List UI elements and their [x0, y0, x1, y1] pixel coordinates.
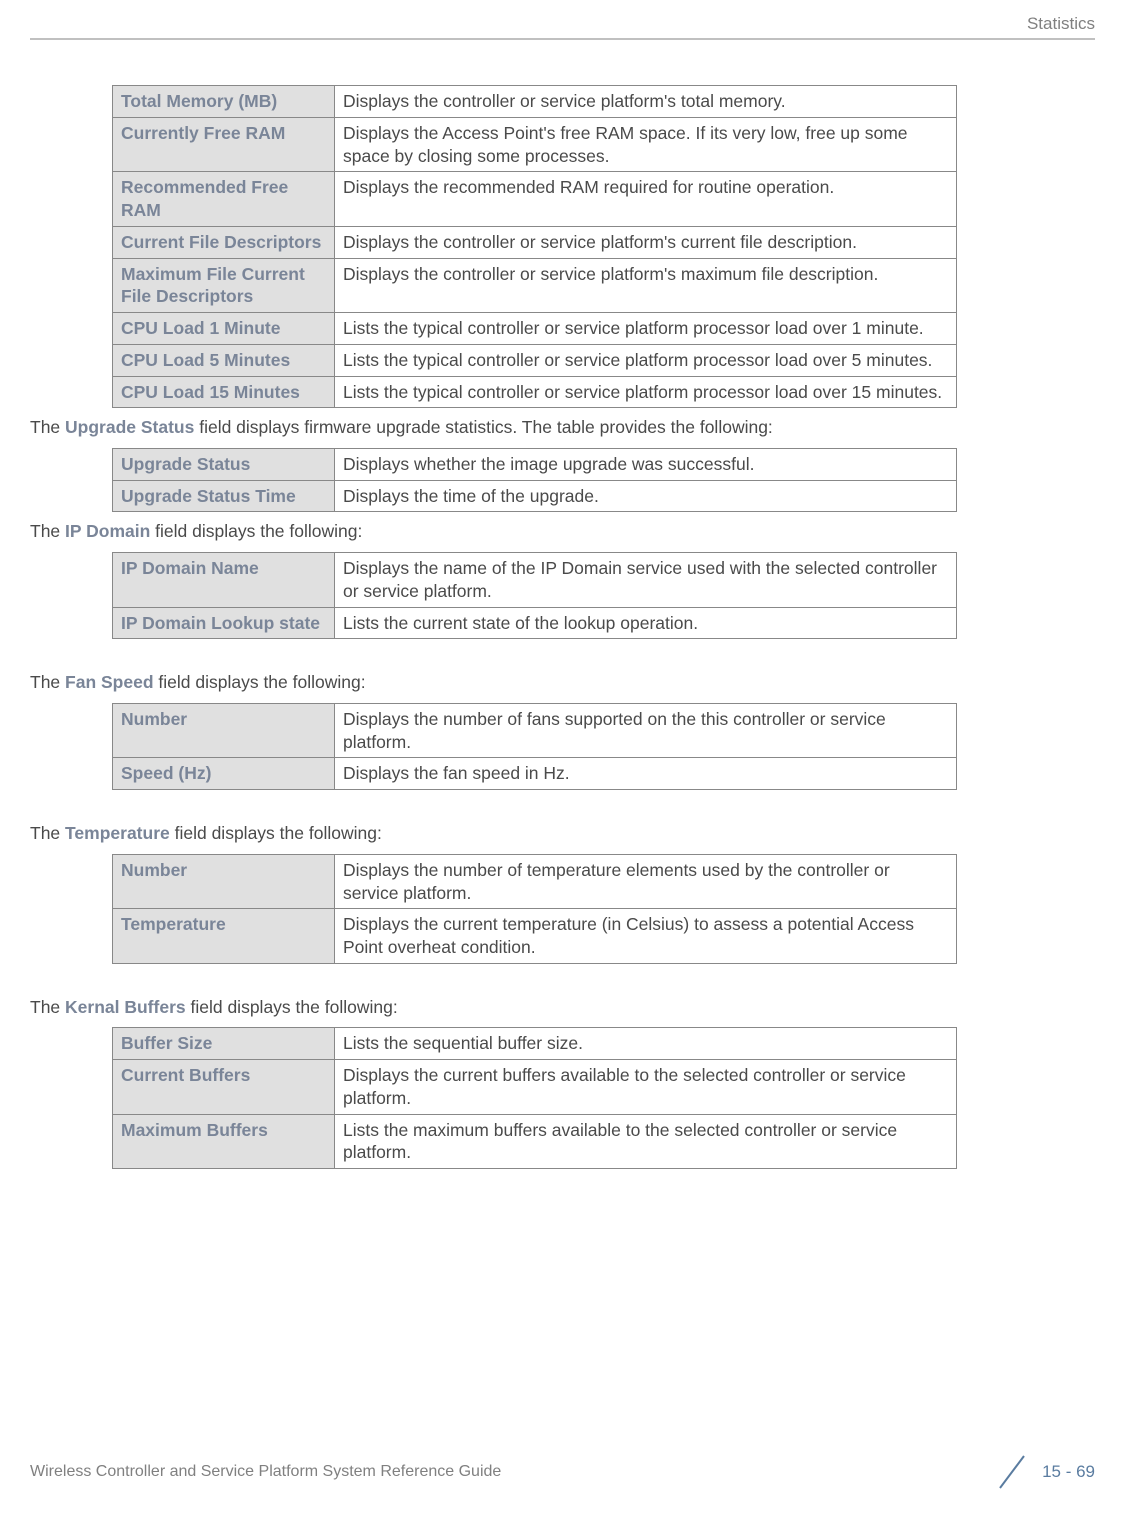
text-prefix: The	[30, 672, 65, 692]
row-desc: Lists the maximum buffers available to t…	[335, 1114, 957, 1169]
text-bold: Temperature	[65, 823, 170, 843]
row-label: Currently Free RAM	[113, 117, 335, 172]
text-bold: IP Domain	[65, 521, 150, 541]
table-row: NumberDisplays the number of temperature…	[113, 854, 957, 909]
main-content: Total Memory (MB)Displays the controller…	[30, 85, 1095, 1177]
slash-icon	[992, 1452, 1032, 1492]
row-label: Maximum Buffers	[113, 1114, 335, 1169]
row-label: Upgrade Status Time	[113, 480, 335, 512]
page-number-value: 15 - 69	[1042, 1462, 1095, 1482]
section-fan-speed-text: The Fan Speed field displays the followi…	[30, 671, 1095, 695]
table-row: Upgrade Status TimeDisplays the time of …	[113, 480, 957, 512]
table-row: CPU Load 15 MinutesLists the typical con…	[113, 376, 957, 408]
row-label: CPU Load 15 Minutes	[113, 376, 335, 408]
text-suffix: field displays the following:	[150, 521, 362, 541]
text-bold: Kernal Buffers	[65, 997, 186, 1017]
row-label: Speed (Hz)	[113, 758, 335, 790]
text-bold: Fan Speed	[65, 672, 154, 692]
row-desc: Displays the number of fans supported on…	[335, 703, 957, 758]
table-kernal-buffers: Buffer SizeLists the sequential buffer s…	[112, 1027, 957, 1169]
table-row: IP Domain NameDisplays the name of the I…	[113, 553, 957, 608]
row-desc: Displays the current buffers available t…	[335, 1060, 957, 1115]
table-row: TemperatureDisplays the current temperat…	[113, 909, 957, 964]
row-desc: Displays the fan speed in Hz.	[335, 758, 957, 790]
text-prefix: The	[30, 521, 65, 541]
table-row: Total Memory (MB)Displays the controller…	[113, 86, 957, 118]
row-desc: Displays the Access Point's free RAM spa…	[335, 117, 957, 172]
text-suffix: field displays the following:	[186, 997, 398, 1017]
row-desc: Displays the recommended RAM required fo…	[335, 172, 957, 227]
table-temperature: NumberDisplays the number of temperature…	[112, 854, 957, 964]
table-row: Maximum BuffersLists the maximum buffers…	[113, 1114, 957, 1169]
table-ip-domain: IP Domain NameDisplays the name of the I…	[112, 552, 957, 639]
table-row: CPU Load 1 MinuteLists the typical contr…	[113, 313, 957, 345]
table-row: Currently Free RAMDisplays the Access Po…	[113, 117, 957, 172]
page-footer: Wireless Controller and Service Platform…	[30, 1452, 1095, 1492]
table-fan-speed: NumberDisplays the number of fans suppor…	[112, 703, 957, 790]
row-label: CPU Load 5 Minutes	[113, 344, 335, 376]
row-desc: Lists the typical controller or service …	[335, 376, 957, 408]
table-row: NumberDisplays the number of fans suppor…	[113, 703, 957, 758]
table-row: Current File DescriptorsDisplays the con…	[113, 226, 957, 258]
row-desc: Lists the typical controller or service …	[335, 313, 957, 345]
row-desc: Lists the sequential buffer size.	[335, 1028, 957, 1060]
row-label: Current File Descriptors	[113, 226, 335, 258]
text-prefix: The	[30, 417, 65, 437]
table-row: Speed (Hz)Displays the fan speed in Hz.	[113, 758, 957, 790]
row-label: IP Domain Lookup state	[113, 607, 335, 639]
table-row: Current BuffersDisplays the current buff…	[113, 1060, 957, 1115]
text-prefix: The	[30, 823, 65, 843]
row-desc: Displays the time of the upgrade.	[335, 480, 957, 512]
section-temperature-text: The Temperature field displays the follo…	[30, 822, 1095, 846]
table-row: Recommended Free RAMDisplays the recomme…	[113, 172, 957, 227]
row-label: IP Domain Name	[113, 553, 335, 608]
row-desc: Displays the name of the IP Domain servi…	[335, 553, 957, 608]
table-row: Buffer SizeLists the sequential buffer s…	[113, 1028, 957, 1060]
header-divider	[30, 38, 1095, 40]
row-label: Buffer Size	[113, 1028, 335, 1060]
footer-page-number: 15 - 69	[992, 1452, 1095, 1492]
table-upgrade-status: Upgrade StatusDisplays whether the image…	[112, 448, 957, 513]
row-label: Upgrade Status	[113, 448, 335, 480]
row-label: Recommended Free RAM	[113, 172, 335, 227]
row-desc: Displays the controller or service platf…	[335, 86, 957, 118]
table-row: CPU Load 5 MinutesLists the typical cont…	[113, 344, 957, 376]
table-system-stats: Total Memory (MB)Displays the controller…	[112, 85, 957, 408]
footer-guide-name: Wireless Controller and Service Platform…	[30, 1463, 501, 1481]
text-suffix: field displays the following:	[170, 823, 382, 843]
row-desc: Displays the controller or service platf…	[335, 258, 957, 313]
text-suffix: field displays firmware upgrade statisti…	[194, 417, 772, 437]
row-desc: Lists the typical controller or service …	[335, 344, 957, 376]
row-desc: Displays the controller or service platf…	[335, 226, 957, 258]
row-label: Number	[113, 703, 335, 758]
header-section: Statistics	[1027, 14, 1095, 34]
row-label: Total Memory (MB)	[113, 86, 335, 118]
row-desc: Displays the current temperature (in Cel…	[335, 909, 957, 964]
section-ip-domain-text: The IP Domain field displays the followi…	[30, 520, 1095, 544]
row-desc: Displays the number of temperature eleme…	[335, 854, 957, 909]
row-label: CPU Load 1 Minute	[113, 313, 335, 345]
table-row: Maximum File Current File DescriptorsDis…	[113, 258, 957, 313]
text-prefix: The	[30, 997, 65, 1017]
section-upgrade-status-text: The Upgrade Status field displays firmwa…	[30, 416, 1095, 440]
section-kernal-buffers-text: The Kernal Buffers field displays the fo…	[30, 996, 1095, 1020]
text-bold: Upgrade Status	[65, 417, 194, 437]
text-suffix: field displays the following:	[154, 672, 366, 692]
row-desc: Lists the current state of the lookup op…	[335, 607, 957, 639]
row-label: Temperature	[113, 909, 335, 964]
table-row: IP Domain Lookup stateLists the current …	[113, 607, 957, 639]
row-label: Maximum File Current File Descriptors	[113, 258, 335, 313]
row-label: Current Buffers	[113, 1060, 335, 1115]
table-row: Upgrade StatusDisplays whether the image…	[113, 448, 957, 480]
row-label: Number	[113, 854, 335, 909]
row-desc: Displays whether the image upgrade was s…	[335, 448, 957, 480]
